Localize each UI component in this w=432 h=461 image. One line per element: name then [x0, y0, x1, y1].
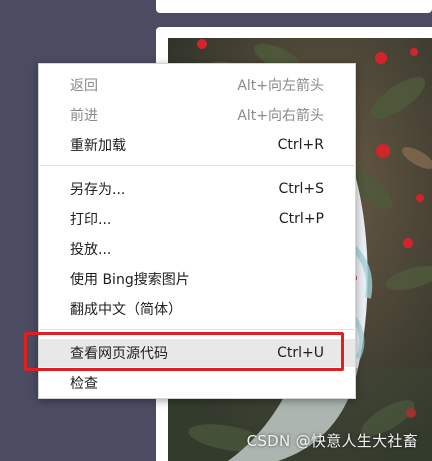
watermark-text: CSDN @快意人生大社畜 [246, 432, 418, 450]
menu-item-label: 翻成中文（简体） [70, 302, 182, 318]
menu-item-inspect[interactable]: 检查 [39, 369, 355, 397]
menu-item-shortcut: Ctrl+R [277, 137, 324, 153]
menu-item-shortcut: Alt+向右箭头 [237, 108, 324, 124]
menu-item-translate[interactable]: 翻成中文（简体） [39, 295, 355, 323]
menu-separator [40, 165, 354, 166]
menu-item-bing-image-search[interactable]: 使用 Bing搜索图片 [39, 265, 355, 293]
menu-item-back[interactable]: 返回 Alt+向左箭头 [39, 71, 355, 99]
menu-item-label: 前进 [70, 108, 98, 124]
menu-separator [40, 329, 354, 330]
menu-item-label: 另存为... [70, 182, 126, 198]
menu-item-shortcut: Ctrl+S [278, 181, 324, 197]
content-card-top [156, 0, 432, 13]
menu-item-shortcut: Ctrl+P [278, 211, 324, 227]
menu-item-forward[interactable]: 前进 Alt+向右箭头 [39, 101, 355, 129]
menu-item-shortcut: Alt+向左箭头 [237, 78, 324, 94]
menu-item-print[interactable]: 打印... Ctrl+P [39, 205, 355, 233]
annotation-highlight-box [24, 332, 344, 371]
menu-item-label: 返回 [70, 78, 98, 94]
menu-item-cast[interactable]: 投放... [39, 235, 355, 263]
menu-item-label: 检查 [70, 376, 98, 392]
menu-item-label: 投放... [70, 242, 112, 258]
menu-item-label: 使用 Bing搜索图片 [70, 272, 190, 288]
menu-item-save-as[interactable]: 另存为... Ctrl+S [39, 175, 355, 203]
menu-item-reload[interactable]: 重新加载 Ctrl+R [39, 131, 355, 159]
menu-item-label: 打印... [70, 212, 112, 228]
menu-item-label: 重新加载 [70, 138, 126, 154]
